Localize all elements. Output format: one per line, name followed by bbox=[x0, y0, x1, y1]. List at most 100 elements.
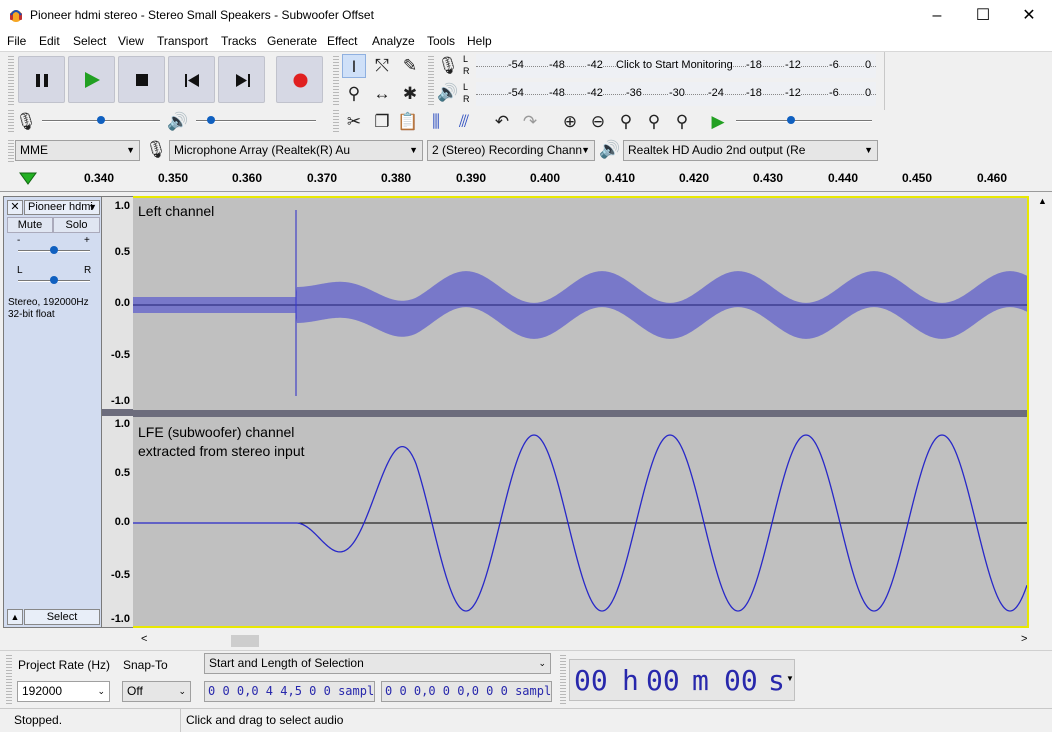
zoom-tool-icon[interactable]: ⚲ bbox=[342, 82, 366, 106]
envelope-tool-icon[interactable]: ⤲ bbox=[370, 54, 394, 78]
left-channel-envelope bbox=[133, 271, 1027, 339]
playback-volume-thumb[interactable] bbox=[207, 116, 216, 124]
gain-thumb[interactable] bbox=[50, 246, 58, 254]
close-button[interactable]: ✕ bbox=[1006, 0, 1052, 31]
menu-analyze[interactable]: Analyze bbox=[372, 34, 415, 48]
recording-channels-select[interactable]: 2 (Stereo) Recording Chann ▼ bbox=[427, 140, 595, 161]
record-meter[interactable]: -54 -48 -42 Click to Start Monitoring -1… bbox=[476, 54, 876, 78]
menu-select[interactable]: Select bbox=[73, 34, 106, 48]
menu-view[interactable]: View bbox=[118, 34, 144, 48]
maximize-button[interactable]: ☐ bbox=[960, 0, 1006, 31]
horizontal-scrollbar[interactable]: < > bbox=[133, 632, 1029, 649]
toolbar-grip[interactable] bbox=[8, 56, 14, 106]
toolbar-grip[interactable] bbox=[8, 140, 14, 162]
playback-volume-slider[interactable] bbox=[196, 114, 316, 128]
audio-host-select[interactable]: MME ▼ bbox=[15, 140, 140, 161]
pan-thumb[interactable] bbox=[50, 276, 58, 284]
toolbar-grip[interactable] bbox=[6, 655, 12, 705]
channel-separator[interactable] bbox=[102, 409, 133, 416]
toolbar-grip[interactable] bbox=[560, 655, 566, 705]
recording-channels-value: 2 (Stereo) Recording Chann bbox=[432, 143, 583, 157]
menu-edit[interactable]: Edit bbox=[39, 34, 60, 48]
copy-icon[interactable]: ❐ bbox=[370, 110, 394, 134]
output-device-select[interactable]: Realtek HD Audio 2nd output (Re ▼ bbox=[623, 140, 878, 161]
selection-tool-icon[interactable]: I bbox=[342, 54, 366, 78]
pause-button[interactable] bbox=[18, 56, 65, 103]
selection-length-field[interactable]: 0 0 0,0 0 0,0 0 0 samples▼ bbox=[381, 681, 552, 702]
status-state: Stopped. bbox=[14, 713, 63, 727]
record-volume-slider[interactable] bbox=[42, 114, 160, 128]
track-control-panel[interactable]: ✕ Pioneer hdmi ▼ Mute Solo - + L R Stereo… bbox=[3, 196, 102, 628]
collapse-track-button[interactable]: ▲ bbox=[7, 609, 23, 625]
audio-position-display[interactable]: 00 h 00 m 00 s ▼ bbox=[569, 659, 795, 701]
play-speed-slider[interactable] bbox=[736, 114, 872, 128]
menu-effect[interactable]: Effect bbox=[327, 34, 357, 48]
play-button[interactable] bbox=[68, 56, 115, 103]
scroll-right-icon[interactable]: > bbox=[1021, 633, 1027, 645]
select-track-button[interactable]: Select bbox=[24, 609, 100, 625]
selection-mode-select[interactable]: Start and Length of Selection ⌄ bbox=[204, 653, 551, 674]
toolbar-grip[interactable] bbox=[428, 56, 434, 106]
toolbar-grip[interactable] bbox=[333, 110, 339, 134]
menu-transport[interactable]: Transport bbox=[157, 34, 208, 48]
undo-icon[interactable]: ↶ bbox=[490, 110, 514, 134]
menu-generate[interactable]: Generate bbox=[267, 34, 317, 48]
solo-button[interactable]: Solo bbox=[53, 217, 100, 233]
menu-tools[interactable]: Tools bbox=[427, 34, 455, 48]
scroll-left-icon[interactable]: < bbox=[141, 633, 147, 645]
gain-slider[interactable] bbox=[18, 244, 90, 258]
fit-selection-icon[interactable]: ⚲ bbox=[614, 110, 638, 134]
mute-button[interactable]: Mute bbox=[7, 217, 53, 233]
play-at-speed-icon[interactable]: ▶ bbox=[706, 110, 730, 134]
stop-button[interactable] bbox=[118, 56, 165, 103]
toolbar-grip[interactable] bbox=[333, 56, 339, 106]
menu-file[interactable]: File bbox=[7, 34, 26, 48]
minimize-button[interactable]: – bbox=[914, 0, 960, 31]
input-device-select[interactable]: Microphone Array (Realtek(R) Au ▼ bbox=[169, 140, 423, 161]
silence-icon[interactable]: ⫻ bbox=[452, 110, 476, 134]
zoom-toggle-icon[interactable]: ⚲ bbox=[670, 110, 694, 134]
microphone-icon[interactable]: 🎙 bbox=[436, 54, 460, 78]
draw-tool-icon[interactable]: ✎ bbox=[398, 54, 422, 78]
time-format-arrow[interactable]: ▼ bbox=[786, 674, 794, 683]
multi-tool-icon[interactable]: ✱ bbox=[398, 82, 422, 106]
scrollbar-thumb[interactable] bbox=[231, 635, 259, 647]
redo-icon[interactable]: ↷ bbox=[518, 110, 542, 134]
fit-project-icon[interactable]: ⚲ bbox=[642, 110, 666, 134]
play-speed-thumb[interactable] bbox=[787, 116, 796, 124]
record-volume-thumb[interactable] bbox=[97, 116, 105, 124]
ruler-tick: 0.450 bbox=[902, 171, 933, 185]
skip-to-start-button[interactable] bbox=[168, 56, 215, 103]
play-head-icon[interactable] bbox=[17, 169, 39, 187]
amplitude-ruler[interactable]: 1.0 0.5 0.0 -0.5 -1.0 1.0 0.5 0.0 -0.5 -… bbox=[102, 196, 133, 628]
skip-to-end-button[interactable] bbox=[218, 56, 265, 103]
menu-help[interactable]: Help bbox=[467, 34, 492, 48]
playback-meter[interactable]: -54 -48 -42 -36 -30 -24 -18 -12 -6 0 bbox=[476, 82, 876, 106]
time-shift-tool-icon[interactable]: ↔ bbox=[370, 82, 394, 106]
vertical-scrollbar[interactable]: ▲ bbox=[1034, 196, 1051, 628]
record-button[interactable] bbox=[276, 56, 323, 103]
snap-to-select[interactable]: Off ⌄ bbox=[122, 681, 191, 702]
click-to-start-monitoring[interactable]: Click to Start Monitoring bbox=[616, 59, 733, 71]
speaker-icon: 🔊 bbox=[599, 140, 621, 159]
ruler-tick: 0.350 bbox=[158, 171, 189, 185]
paste-icon[interactable]: 📋 bbox=[396, 110, 420, 134]
speaker-icon[interactable]: 🔊 bbox=[436, 81, 460, 105]
track-close-button[interactable]: ✕ bbox=[7, 200, 23, 215]
pan-slider[interactable] bbox=[18, 274, 90, 288]
trim-icon[interactable]: ⫼ bbox=[424, 110, 448, 134]
toolbar-area: I ⤲ ✎ ⚲ ↔ ✱ 🎙 L R -54 -48 -42 Click to S… bbox=[0, 51, 1052, 163]
timeline-ruler[interactable]: 0.340 0.350 0.360 0.370 0.380 0.390 0.40… bbox=[0, 165, 1052, 192]
menu-tracks[interactable]: Tracks bbox=[221, 34, 257, 48]
output-device-value: Realtek HD Audio 2nd output (Re bbox=[628, 143, 806, 157]
amplitude-tick: 0.5 bbox=[114, 246, 130, 258]
project-rate-select[interactable]: 192000 ⌄ bbox=[17, 681, 110, 702]
zoom-out-icon[interactable]: ⊖ bbox=[586, 110, 610, 134]
selection-start-field[interactable]: 0 0 0,0 4 4,5 0 0 samples▼ bbox=[204, 681, 375, 702]
track-menu-button[interactable]: Pioneer hdmi ▼ bbox=[24, 200, 100, 215]
cut-icon[interactable]: ✂ bbox=[342, 110, 366, 134]
scroll-up-icon[interactable]: ▲ bbox=[1038, 196, 1047, 206]
zoom-in-icon[interactable]: ⊕ bbox=[558, 110, 582, 134]
channel-separator[interactable] bbox=[133, 410, 1027, 417]
waveform-area[interactable]: Left channel LFE (subwoofer) channel ext… bbox=[133, 196, 1029, 628]
